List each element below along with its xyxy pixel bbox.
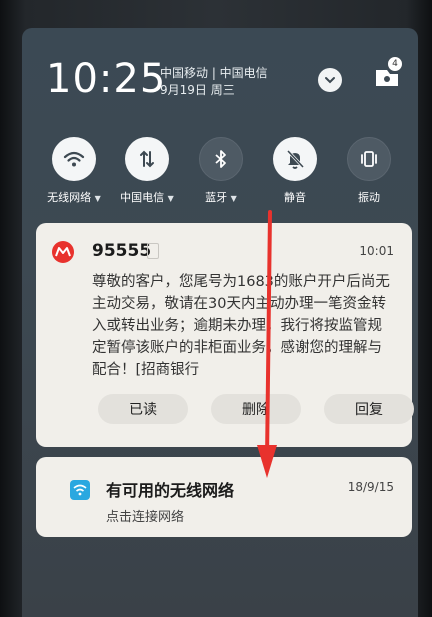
- notification-time: 10:01: [359, 244, 394, 258]
- wifi-icon: [73, 484, 87, 496]
- data-arrows-icon: [140, 150, 154, 168]
- delete-button[interactable]: 删除: [211, 394, 301, 424]
- notification-sender: 95555: [92, 241, 152, 261]
- toggle-silent[interactable]: 静音: [257, 137, 333, 217]
- toggle-wifi-label: 无线网络: [47, 191, 92, 204]
- info-icon: [147, 243, 159, 259]
- toggle-bluetooth-label: 蓝牙: [205, 191, 228, 204]
- toggle-vibrate-label: 振动: [358, 191, 380, 204]
- reply-button[interactable]: 回复: [324, 394, 414, 424]
- caret-icon: ▼: [94, 194, 101, 203]
- wifi-icon: [63, 151, 85, 167]
- notification-time: 18/9/15: [347, 480, 394, 494]
- chevron-down-icon: [325, 77, 335, 84]
- status-header: 10:25 中国移动 | 中国电信 9月19日 周三 4: [46, 56, 406, 116]
- date-label: 9月19日 周三: [160, 83, 235, 97]
- notification-body: 点击连接网络: [106, 510, 185, 525]
- notification-title: 有可用的无线网络: [106, 481, 235, 500]
- toggle-vibrate[interactable]: 振动: [331, 137, 407, 217]
- bank-logo-icon: [52, 241, 74, 263]
- bell-muted-icon: [286, 149, 305, 169]
- carrier-names: 中国移动 | 中国电信: [160, 66, 268, 80]
- bluetooth-icon: [215, 150, 226, 168]
- notification-shade: 10:25 中国移动 | 中国电信 9月19日 周三 4 无线网络 ▼ 中国电信…: [22, 28, 418, 617]
- toggle-bluetooth[interactable]: 蓝牙 ▼: [183, 137, 259, 217]
- clock: 10:25: [46, 56, 167, 102]
- wifi-notification-card[interactable]: 有可用的无线网络 18/9/15 点击连接网络: [36, 457, 412, 537]
- notification-actions: 已读 删除 回复: [98, 394, 414, 424]
- toggle-mobile-data[interactable]: 中国电信 ▼: [109, 137, 185, 217]
- caret-icon: ▼: [167, 194, 174, 203]
- mark-read-button[interactable]: 已读: [98, 394, 188, 424]
- toggle-wifi[interactable]: 无线网络 ▼: [36, 137, 112, 217]
- expand-button[interactable]: [318, 68, 342, 92]
- wifi-app-icon: [70, 480, 90, 500]
- notification-count-badge: 4: [387, 56, 403, 72]
- toggle-mobile-data-label: 中国电信: [120, 191, 165, 204]
- caret-icon: ▼: [230, 194, 237, 203]
- quick-settings: 无线网络 ▼ 中国电信 ▼ 蓝牙 ▼ 静音 振动: [36, 137, 406, 217]
- sms-notification-card[interactable]: 95555 10:01 尊敬的客户，您尾号为1683的账户开户后尚无主动交易，敬…: [36, 223, 414, 447]
- notification-body: 尊敬的客户，您尾号为1683的账户开户后尚无主动交易，敬请在30天内主动办理一笔…: [92, 274, 390, 378]
- toggle-silent-label: 静音: [284, 191, 306, 204]
- vibrate-icon: [361, 151, 377, 167]
